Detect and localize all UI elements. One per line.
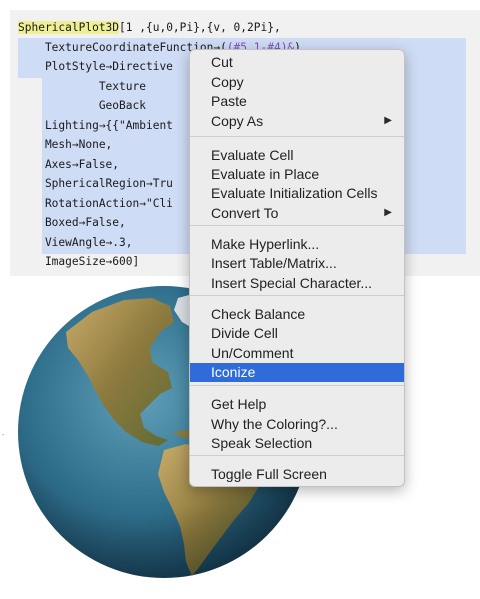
menu-item-label: Insert Table/Matrix... [211, 255, 337, 271]
menu-item-label: Why the Coloring?... [211, 416, 338, 432]
menu-item-label: Divide Cell [211, 325, 278, 341]
menu-item-speak-selection[interactable]: Speak Selection [190, 434, 404, 453]
submenu-arrow-icon: ▶ [384, 115, 392, 126]
code-token: [1 ,{u,0,Pi},{v, 0,2Pi}, [119, 21, 281, 34]
code-line: SphericalRegion→Tru [18, 177, 173, 190]
code-line: Axes→False, [18, 158, 119, 171]
menu-item-label: Paste [211, 93, 247, 109]
menu-item-label: Check Balance [211, 306, 306, 322]
menu-separator [190, 136, 404, 137]
code-line: Lighting→{{"Ambient [18, 119, 173, 132]
code-token: RotationAction→"Cli [18, 196, 173, 210]
menu-item-evaluate-in-place[interactable]: Evaluate in Place [190, 165, 404, 184]
code-token: ViewAngle→.3, [18, 235, 133, 249]
menu-item-divide-cell[interactable]: Divide Cell [190, 324, 404, 343]
code-token: Boxed→False, [18, 216, 126, 229]
menu-item-copy-as[interactable]: Copy As ▶ [190, 112, 404, 131]
menu-separator [190, 225, 404, 226]
menu-item-label: Un/Comment [211, 345, 294, 361]
code-token: GeoBack [18, 99, 146, 112]
code-token: SphericalRegion→Tru [18, 177, 173, 190]
menu-item-label: Insert Special Character... [211, 275, 373, 291]
menu-item-get-help[interactable]: Get Help [190, 395, 404, 414]
menu-item-label: Iconize [211, 364, 256, 380]
code-token: SphericalPlot3D [18, 21, 120, 34]
code-line: ImageSize→600] [18, 255, 139, 268]
code-line: SphericalPlot3D[1 ,{u,0,Pi},{v, 0,2Pi}, [18, 21, 281, 34]
menu-item-cut[interactable]: Cut [190, 53, 404, 72]
menu-item-iconize[interactable]: Iconize [190, 363, 404, 382]
menu-item-check-balance[interactable]: Check Balance [190, 305, 404, 324]
menu-separator [190, 295, 404, 296]
menu-item-label: Copy [211, 74, 244, 90]
menu-item-make-hyperlink[interactable]: Make Hyperlink... [190, 235, 404, 254]
code-token: TextureCoordinateFunction [18, 40, 214, 54]
menu-separator [190, 385, 404, 386]
context-menu[interactable]: Cut Copy Paste Copy As ▶ Evaluate Cell Evaluat… [189, 49, 405, 487]
code-line: PlotStyle→Directive [18, 60, 173, 73]
menu-item-evaluate-cell[interactable]: Evaluate Cell [190, 146, 404, 165]
menu-item-un-comment[interactable]: Un/Comment [190, 344, 404, 363]
code-token: Texture [18, 79, 146, 93]
menu-separator [190, 455, 404, 456]
menu-item-label: Convert To [211, 205, 279, 221]
menu-item-insert-table-matrix[interactable]: Insert Table/Matrix... [190, 254, 404, 273]
code-line: RotationAction→"Cli [18, 197, 173, 210]
code-token: Lighting→{{"Ambient [18, 118, 173, 132]
menu-item-label: Toggle Full Screen [211, 466, 327, 482]
menu-item-toggle-full-screen[interactable]: Toggle Full Screen [190, 465, 404, 484]
code-token: Axes→False, [18, 157, 120, 171]
menu-item-label: Copy As [211, 113, 264, 129]
code-line: ViewAngle→.3, [18, 236, 133, 249]
menu-item-label: Speak Selection [211, 435, 313, 451]
menu-item-label: Cut [211, 54, 233, 70]
menu-item-evaluate-initialization-cells[interactable]: Evaluate Initialization Cells [190, 184, 404, 203]
menu-item-label: Get Help [211, 396, 267, 412]
code-token: ImageSize→600] [18, 255, 140, 268]
menu-item-label: Evaluate Cell [211, 147, 294, 163]
menu-item-label: Evaluate in Place [211, 166, 320, 182]
stray-tick-mark: - [2, 432, 5, 439]
code-token: PlotStyle→Directive [18, 60, 173, 73]
menu-item-why-the-coloring[interactable]: Why the Coloring?... [190, 415, 404, 434]
menu-item-label: Evaluate Initialization Cells [211, 185, 378, 201]
code-token: Mesh→None, [18, 138, 113, 151]
menu-item-label: Make Hyperlink... [211, 236, 320, 252]
submenu-arrow-icon: ▶ [384, 207, 392, 218]
code-line: Boxed→False, [18, 216, 126, 229]
menu-item-insert-special-character[interactable]: Insert Special Character... [190, 274, 404, 293]
menu-item-convert-to[interactable]: Convert To ▶ [190, 204, 404, 223]
menu-item-copy[interactable]: Copy [190, 73, 404, 92]
code-line: Mesh→None, [18, 138, 112, 151]
menu-item-paste[interactable]: Paste [190, 92, 404, 111]
